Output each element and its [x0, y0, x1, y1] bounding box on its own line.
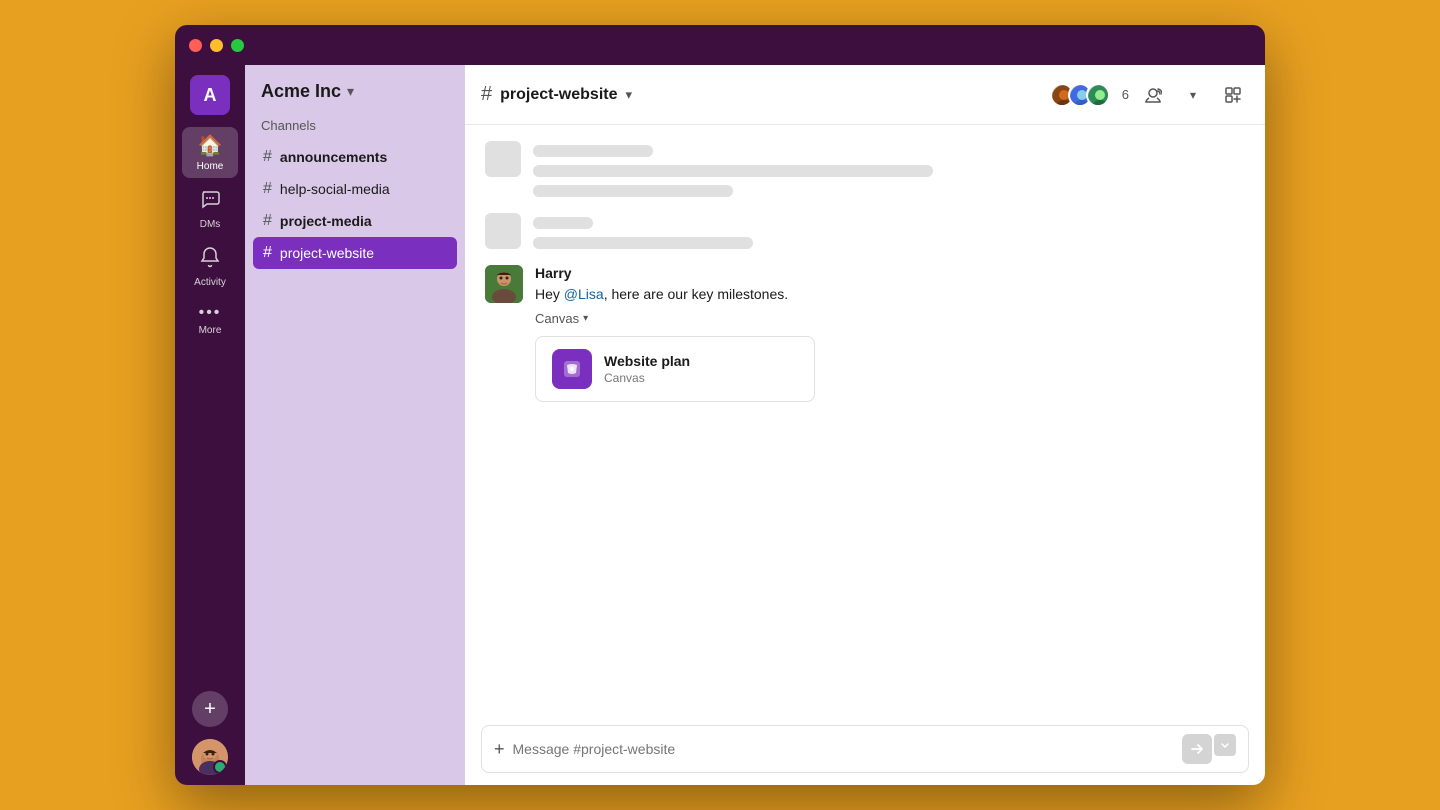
send-options-button[interactable] — [1214, 734, 1236, 756]
channel-name: project-website — [280, 245, 374, 261]
channel-item-project-media[interactable]: # project-media — [253, 205, 457, 237]
sidebar-item-activity[interactable]: Activity — [182, 240, 238, 294]
skeleton-lines — [533, 213, 753, 249]
message-text-before: Hey — [535, 286, 564, 302]
sidebar-item-label: More — [199, 325, 222, 336]
channels-section: Channels # announcements # help-social-m… — [245, 118, 465, 269]
hash-icon: # — [263, 180, 272, 198]
main-content: # project-website ▾ — [465, 65, 1265, 785]
bell-icon — [200, 246, 220, 274]
workspace-avatar[interactable]: A — [190, 75, 230, 115]
user-avatar[interactable] — [192, 739, 228, 775]
channel-dropdown-icon[interactable]: ▾ — [625, 87, 632, 103]
send-button[interactable] — [1182, 734, 1212, 764]
channel-item-announcements[interactable]: # announcements — [253, 141, 457, 173]
sidebar-item-label: DMs — [200, 219, 221, 230]
channel-header: # project-website ▾ — [465, 65, 1265, 125]
channel-sidebar: Acme Inc ▾ Channels # announcements # he… — [245, 65, 465, 785]
channel-name: announcements — [280, 149, 387, 165]
app-window: A 🏠 Home DMs — [175, 25, 1265, 785]
canvas-attachment[interactable]: Website plan Canvas — [535, 336, 815, 402]
hash-icon: # — [263, 212, 272, 230]
huddle-button[interactable] — [1137, 79, 1169, 111]
canvas-info: Website plan Canvas — [604, 353, 690, 385]
channel-item-help-social-media[interactable]: # help-social-media — [253, 173, 457, 205]
skeleton-message-1 — [485, 141, 1245, 197]
canvas-icon — [552, 349, 592, 389]
app-body: A 🏠 Home DMs — [175, 65, 1265, 785]
dm-icon — [199, 188, 221, 216]
skeleton-message-2 — [485, 213, 1245, 249]
channel-header-name: project-website — [500, 86, 617, 104]
sidebar-item-dms[interactable]: DMs — [182, 182, 238, 236]
message-content-harry: Harry Hey @Lisa, here are our key milest… — [535, 265, 815, 402]
member-count: 6 — [1122, 87, 1129, 102]
message-input[interactable] — [513, 741, 1174, 757]
skeleton-lines — [533, 141, 933, 197]
channel-item-project-website[interactable]: # project-website — [253, 237, 457, 269]
skeleton-line — [533, 185, 733, 197]
skeleton-line — [533, 217, 593, 229]
canvas-type: Canvas — [604, 371, 690, 385]
left-sidebar: A 🏠 Home DMs — [175, 65, 245, 785]
add-view-button[interactable] — [1217, 79, 1249, 111]
more-icon: ••• — [199, 304, 222, 322]
home-icon: 🏠 — [198, 133, 223, 158]
message-text-after: , here are our key milestones. — [604, 286, 788, 302]
title-bar — [175, 25, 1265, 65]
send-group — [1182, 734, 1236, 764]
canvas-label[interactable]: Canvas ▾ — [535, 311, 815, 326]
skeleton-avatar — [485, 141, 521, 177]
workspace-chevron-icon: ▾ — [347, 83, 354, 100]
sidebar-item-more[interactable]: ••• More — [182, 298, 238, 342]
attach-button[interactable]: + — [494, 739, 505, 760]
workspace-name: Acme Inc — [261, 81, 341, 102]
canvas-dropdown-icon: ▾ — [583, 313, 588, 324]
channel-name: help-social-media — [280, 181, 390, 197]
channels-label: Channels — [253, 118, 457, 141]
hash-icon: # — [263, 244, 272, 262]
view-options-button[interactable]: ▾ — [1177, 79, 1209, 111]
workspace-header[interactable]: Acme Inc ▾ — [245, 81, 465, 118]
channel-name: project-media — [280, 213, 372, 229]
sidebar-item-home[interactable]: 🏠 Home — [182, 127, 238, 178]
message-harry: Harry Hey @Lisa, here are our key milest… — [485, 265, 1245, 402]
hash-icon: # — [263, 148, 272, 166]
maximize-button[interactable] — [231, 39, 244, 52]
message-sender: Harry — [535, 265, 815, 281]
minimize-button[interactable] — [210, 39, 223, 52]
message-input-area: + — [465, 713, 1265, 785]
member-avatar-3 — [1086, 83, 1110, 107]
sidebar-item-label: Home — [197, 161, 224, 172]
skeleton-line — [533, 237, 753, 249]
messages-area: Harry Hey @Lisa, here are our key milest… — [465, 125, 1265, 713]
message-text: Hey @Lisa, here are our key milestones. — [535, 285, 815, 305]
sidebar-item-label: Activity — [194, 277, 226, 288]
channel-hash-icon: # — [481, 83, 492, 106]
message-avatar-harry — [485, 265, 523, 303]
skeleton-line — [533, 145, 653, 157]
skeleton-line — [533, 165, 933, 177]
canvas-label-text: Canvas — [535, 311, 579, 326]
message-input-box: + — [481, 725, 1249, 773]
member-avatars[interactable] — [1050, 83, 1110, 107]
add-workspace-button[interactable]: + — [192, 691, 228, 727]
canvas-title: Website plan — [604, 353, 690, 369]
avatar-image — [192, 739, 228, 775]
message-mention[interactable]: @Lisa — [564, 286, 604, 302]
skeleton-avatar — [485, 213, 521, 249]
close-button[interactable] — [189, 39, 202, 52]
